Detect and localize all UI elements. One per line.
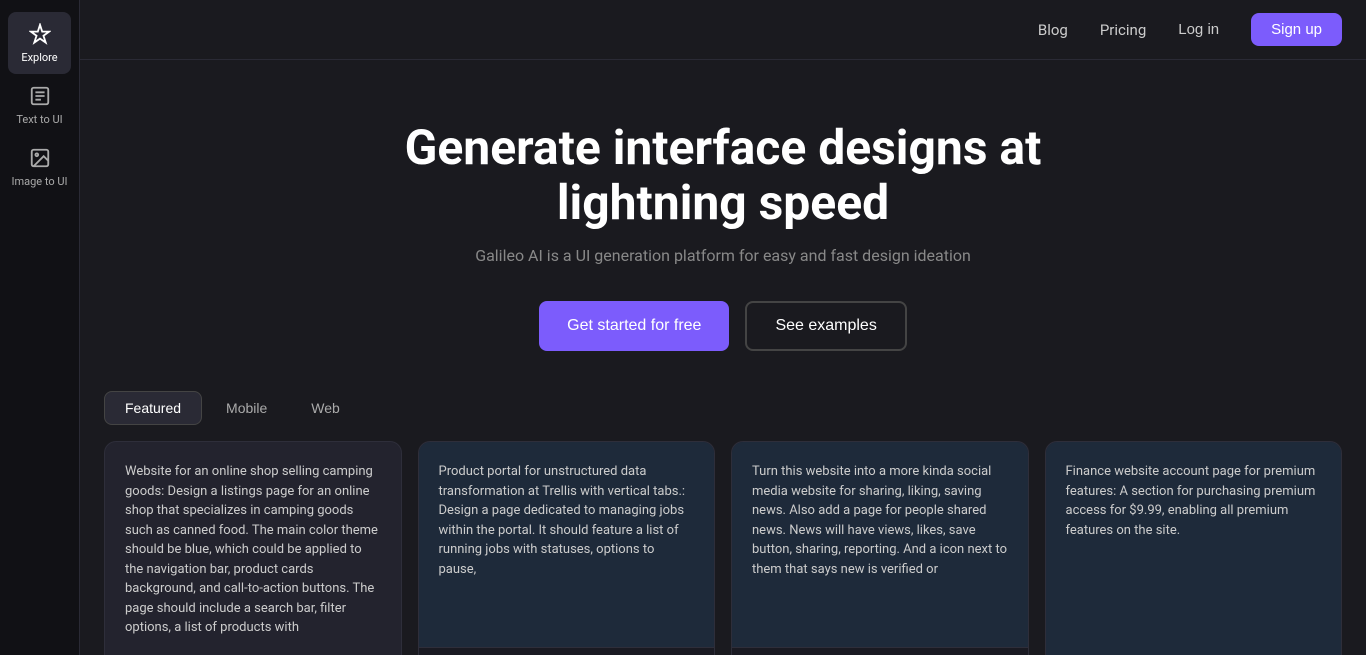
card-2-body: Product portal for unstructured data tra… xyxy=(419,442,715,647)
tab-featured[interactable]: Featured xyxy=(104,391,202,425)
sidebar: Explore Text to UI Image to UI xyxy=(0,0,80,655)
signup-button[interactable]: Sign up xyxy=(1251,13,1342,46)
cards-section: Website for an online shop selling campi… xyxy=(80,441,1366,655)
top-navigation: Blog Pricing Log in Sign up xyxy=(80,0,1366,60)
hero-section: Generate interface designs at lightning … xyxy=(80,60,1366,391)
category-tabs: Featured Mobile Web xyxy=(104,391,1342,425)
card-2[interactable]: Product portal for unstructured data tra… xyxy=(418,441,716,655)
sidebar-item-image-to-ui[interactable]: Image to UI xyxy=(0,136,79,198)
sidebar-item-label: Image to UI xyxy=(12,175,68,188)
hero-buttons: Get started for free See examples xyxy=(100,301,1346,351)
card-1-body: Website for an online shop selling campi… xyxy=(105,442,401,655)
sidebar-item-label: Explore xyxy=(21,51,57,64)
see-examples-button[interactable]: See examples xyxy=(745,301,906,351)
hero-title: Generate interface designs at lightning … xyxy=(323,120,1123,230)
main-content: Blog Pricing Log in Sign up Generate int… xyxy=(80,0,1366,655)
sparkle-icon xyxy=(28,22,52,46)
sidebar-item-explore[interactable]: Explore xyxy=(8,12,71,74)
login-button[interactable]: Log in xyxy=(1178,21,1219,38)
get-started-button[interactable]: Get started for free xyxy=(539,301,729,351)
pricing-link[interactable]: Pricing xyxy=(1100,21,1146,39)
card-3[interactable]: Turn this website into a more kinda soci… xyxy=(731,441,1029,655)
card-4[interactable]: Finance website account page for premium… xyxy=(1045,441,1343,655)
image-icon xyxy=(28,146,52,170)
tabs-section: Featured Mobile Web xyxy=(80,391,1366,441)
card-1[interactable]: Website for an online shop selling campi… xyxy=(104,441,402,655)
card-3-footer: Turn this website into a more kinda soci… xyxy=(732,647,1028,655)
card-2-footer: Product portal for unstructured data tra… xyxy=(419,647,715,655)
text-icon xyxy=(28,84,52,108)
tab-mobile[interactable]: Mobile xyxy=(206,391,287,425)
cards-grid: Website for an online shop selling campi… xyxy=(104,441,1342,655)
tab-web[interactable]: Web xyxy=(291,391,360,425)
hero-subtitle: Galileo AI is a UI generation platform f… xyxy=(100,246,1346,265)
sidebar-item-label: Text to UI xyxy=(16,113,62,126)
blog-link[interactable]: Blog xyxy=(1038,21,1068,39)
sidebar-item-text-to-ui[interactable]: Text to UI xyxy=(0,74,79,136)
card-4-body: Finance website account page for premium… xyxy=(1046,442,1342,655)
card-3-body: Turn this website into a more kinda soci… xyxy=(732,442,1028,647)
